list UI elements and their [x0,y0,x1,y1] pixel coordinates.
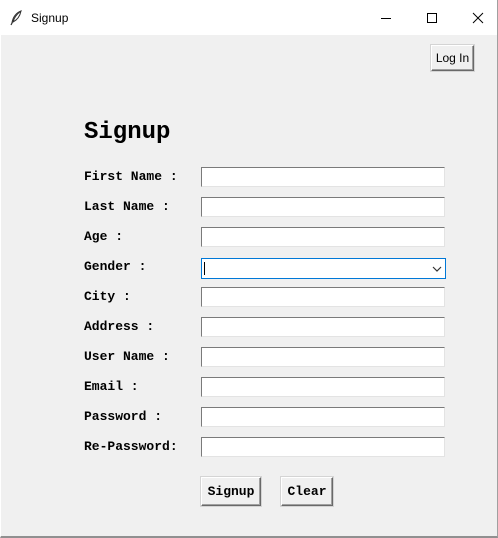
password-input[interactable] [201,407,445,427]
first-name-label: First Name : [84,169,178,184]
last-name-label: Last Name : [84,199,170,214]
chevron-down-icon[interactable] [432,265,442,273]
age-label: Age : [84,229,124,244]
user-name-label: User Name : [84,349,170,364]
clear-button[interactable]: Clear [281,477,333,506]
city-input[interactable] [201,287,445,307]
email-input[interactable] [201,377,445,397]
title-bar[interactable]: Signup [1,0,497,35]
minimize-button[interactable] [363,0,409,35]
maximize-icon [427,13,437,23]
city-label: City : [84,289,131,304]
maximize-button[interactable] [409,0,455,35]
page-title: Signup [84,119,171,146]
password-label: Password : [84,409,163,424]
email-label: Email : [84,379,139,394]
gender-label: Gender : [84,259,147,274]
address-input[interactable] [201,317,445,337]
close-button[interactable] [455,0,498,35]
close-icon [472,12,484,24]
login-button[interactable]: Log In [431,45,474,71]
gender-combobox[interactable] [201,258,446,279]
text-caret [204,262,205,275]
address-label: Address : [84,319,155,334]
window-title: Signup [31,11,69,25]
last-name-input[interactable] [201,197,445,217]
user-name-input[interactable] [201,347,445,367]
re-password-input[interactable] [201,437,445,457]
minimize-icon [381,18,391,19]
signup-window: Signup Log In Signup First Name : Last N… [0,0,498,538]
first-name-input[interactable] [201,167,445,187]
signup-button[interactable]: Signup [201,477,261,506]
re-password-label: Re-Password: [84,439,178,454]
age-input[interactable] [201,227,445,247]
feather-icon [10,10,22,26]
